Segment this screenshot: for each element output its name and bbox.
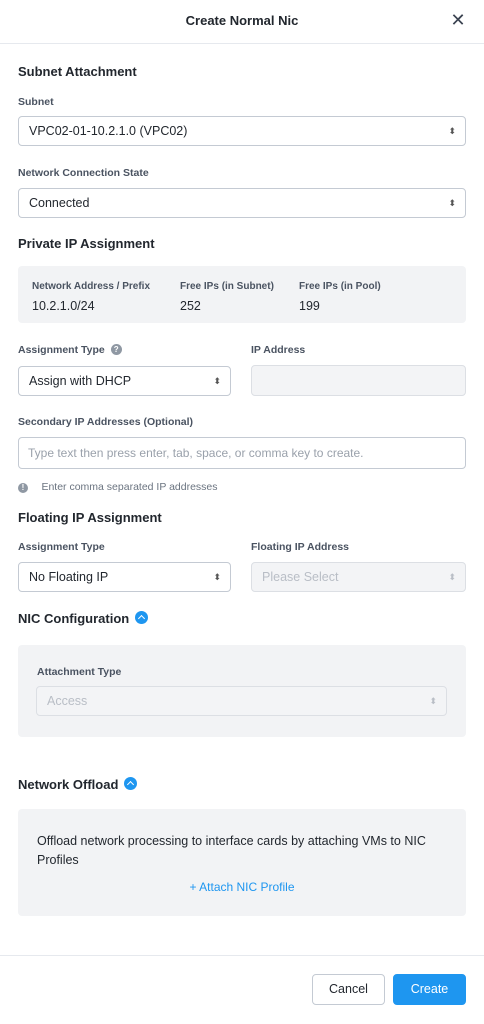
assignment-type-select[interactable]: Assign with DHCP ⬍ (18, 366, 231, 396)
free-ips-subnet-value: 252 (180, 299, 201, 313)
select-arrows-icon: ⬍ (213, 376, 221, 386)
nic-configuration-heading[interactable]: NIC Configuration (18, 611, 149, 626)
free-ips-subnet-label: Free IPs (in Subnet) (180, 281, 274, 292)
floating-assignment-type-value: No Floating IP (29, 570, 109, 584)
attach-nic-profile-link[interactable]: + Attach NIC Profile (18, 880, 466, 894)
floating-assignment-type-label: Assignment Type (18, 541, 105, 553)
ip-address-input[interactable] (251, 365, 466, 396)
floating-ip-heading: Floating IP Assignment (18, 510, 162, 525)
network-offload-panel: Offload network processing to interface … (18, 809, 466, 916)
connection-state-value: Connected (29, 196, 90, 210)
connection-state-label: Network Connection State (18, 167, 149, 179)
secondary-ip-hint-row: ! Enter comma separated IP addresses (18, 477, 218, 495)
select-arrows-icon: ⬍ (429, 696, 437, 706)
floating-ip-address-placeholder: Please Select (262, 570, 339, 584)
attachment-type-value: Access (47, 694, 88, 708)
create-button[interactable]: Create (393, 974, 466, 1005)
cancel-button[interactable]: Cancel (312, 974, 385, 1005)
network-offload-heading[interactable]: Network Offload (18, 777, 138, 792)
secondary-ip-input[interactable]: Type text then press enter, tab, space, … (18, 437, 466, 469)
nic-configuration-panel: Attachment Type Access ⬍ (18, 645, 466, 737)
free-ips-pool-label: Free IPs (in Pool) (299, 281, 381, 292)
subnet-label: Subnet (18, 96, 54, 108)
assignment-type-label: Assignment Type? (18, 344, 122, 356)
chevron-up-icon[interactable] (135, 611, 149, 624)
assignment-type-value: Assign with DHCP (29, 374, 132, 388)
attachment-type-label: Attachment Type (37, 666, 122, 678)
attachment-type-select[interactable]: Access ⬍ (36, 686, 447, 716)
select-arrows-icon: ⬍ (213, 572, 221, 582)
network-offload-description: Offload network processing to interface … (37, 834, 426, 867)
free-ips-pool-value: 199 (299, 299, 320, 313)
subnet-select[interactable]: VPC02-01-10.2.1.0 (VPC02) ⬍ (18, 116, 466, 146)
close-icon[interactable]: ✕ (448, 10, 468, 30)
ip-stats-panel: Network Address / Prefix 10.2.1.0/24 Fre… (18, 266, 466, 323)
network-address-label: Network Address / Prefix (32, 281, 151, 292)
subnet-attachment-heading: Subnet Attachment (18, 64, 137, 79)
network-address-value: 10.2.1.0/24 (32, 299, 95, 313)
floating-ip-address-label: Floating IP Address (251, 541, 350, 553)
dialog-footer: Cancel Create (0, 955, 484, 1024)
assignment-type-label-text: Assignment Type (18, 344, 105, 356)
help-icon[interactable]: ? (110, 344, 122, 355)
floating-ip-address-select[interactable]: Please Select ⬍ (251, 562, 466, 592)
network-offload-heading-text: Network Offload (18, 777, 119, 792)
private-ip-heading: Private IP Assignment (18, 236, 155, 251)
secondary-ip-hint: Enter comma separated IP addresses (41, 481, 218, 493)
select-arrows-icon: ⬍ (448, 572, 456, 582)
select-arrows-icon: ⬍ (448, 126, 456, 136)
subnet-value: VPC02-01-10.2.1.0 (VPC02) (29, 124, 188, 138)
secondary-ip-label: Secondary IP Addresses (Optional) (18, 416, 194, 428)
chevron-up-icon[interactable] (124, 777, 138, 790)
nic-configuration-heading-text: NIC Configuration (18, 611, 130, 626)
dialog-title: Create Normal Nic (185, 13, 299, 28)
connection-state-select[interactable]: Connected ⬍ (18, 188, 466, 218)
ip-address-label: IP Address (251, 344, 306, 356)
dialog-header: Create Normal Nic ✕ (0, 0, 484, 44)
floating-assignment-type-select[interactable]: No Floating IP ⬍ (18, 562, 231, 592)
info-icon: ! (18, 483, 28, 493)
select-arrows-icon: ⬍ (448, 198, 456, 208)
